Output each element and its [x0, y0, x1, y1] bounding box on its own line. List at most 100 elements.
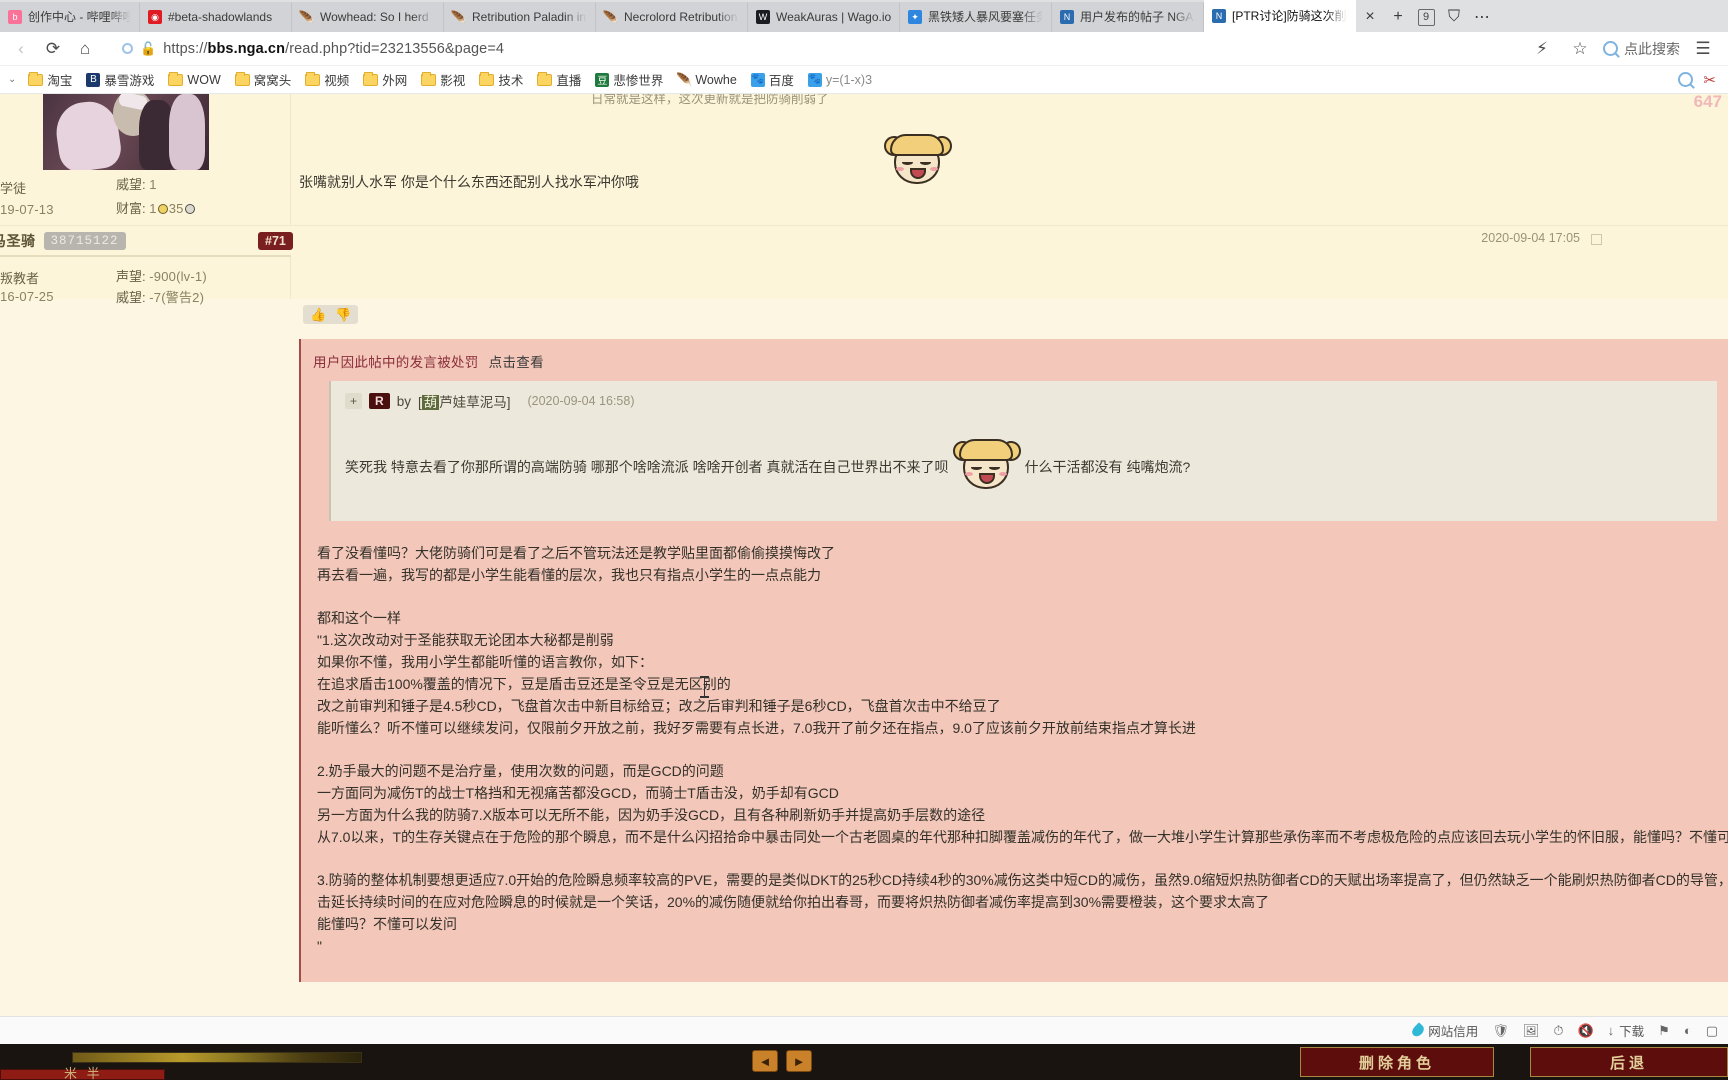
join-date-value: 19-07-13 — [0, 202, 54, 217]
bookmark-item-11[interactable]: 🐾 百度 — [745, 68, 800, 91]
folder-icon — [28, 71, 44, 86]
search-box[interactable]: 点此搜索 — [1603, 39, 1680, 59]
post-meta-right — [291, 255, 1728, 299]
avatar[interactable] — [43, 94, 209, 170]
url-prefix: https:// — [163, 40, 208, 57]
post-username[interactable]: 马圣骑 — [0, 231, 36, 251]
post-header-user: 马圣骑 38715122 #71 — [0, 231, 293, 251]
reload-icon[interactable]: ⟳ — [38, 34, 68, 64]
emoji-part — [964, 472, 973, 476]
nga-icon: N — [1212, 9, 1226, 23]
url-path: /read.php?tid=23213556&page=4 — [285, 40, 505, 57]
expand-quote-button[interactable]: + — [345, 393, 363, 409]
home-icon[interactable]: ⌂ — [70, 34, 100, 64]
quote-header: + R by [葫芦娃草泥马] (2020-09-04 16:58) — [345, 391, 1703, 411]
post-user-reputation: 声望: -900(lv-1) — [116, 266, 207, 285]
window-icon[interactable]: ▢ — [1706, 1023, 1718, 1039]
site-credit-label: 网站信用 — [1428, 1025, 1479, 1039]
new-tab-button[interactable]: + — [1384, 2, 1412, 32]
bookmark-item-0[interactable]: 淘宝 — [22, 68, 78, 91]
bookmark-item-12[interactable]: 🐾 y=(1-x)3 — [802, 71, 878, 89]
bookmark-item-5[interactable]: 外网 — [357, 68, 413, 91]
post-counter: 647 — [1693, 94, 1722, 111]
prestige-label: 威望: — [116, 177, 146, 192]
anime-laugh-emoji — [952, 439, 1021, 495]
more-icon[interactable]: ⋯ — [1468, 2, 1496, 32]
emoji-part — [988, 465, 1000, 470]
site-credit-item[interactable]: 网站信用 — [1410, 1021, 1479, 1040]
bookmark-item-2[interactable]: WOW — [162, 71, 226, 89]
browser-tab-5[interactable]: W WeakAuras | Wago.io — [748, 2, 900, 32]
bookmark-item-6[interactable]: 影视 — [415, 68, 471, 91]
address-bar[interactable]: 🔓 https://bbs.nga.cn/read.php?tid=232135… — [112, 36, 1525, 62]
circle-icon[interactable]: ◐ — [1684, 1023, 1692, 1038]
bookmark-item-1[interactable]: B 暴雪游戏 — [80, 68, 160, 91]
tab-label: #beta-shadowlands — [168, 10, 273, 24]
reaction-bar[interactable]: 👍 👎 — [303, 305, 359, 324]
back-button[interactable]: 后退 — [1530, 1047, 1728, 1077]
lightning-icon[interactable]: ⚡ — [1527, 34, 1557, 64]
bookmark-item-3[interactable]: 窝窝头 — [229, 68, 298, 91]
game-right-arrow-button[interactable]: ► — [786, 1050, 812, 1072]
browser-tab-4[interactable]: 🪶 Necrolord Retribution — [596, 2, 748, 32]
download-item[interactable]: ↓ 下载 — [1608, 1021, 1645, 1040]
page-info-icon[interactable] — [122, 43, 133, 54]
flag-icon[interactable]: ⚑ — [1658, 1023, 1670, 1039]
image-icon[interactable]: 🖼 — [1523, 1023, 1540, 1039]
speed-icon[interactable]: ⏱ — [1553, 1023, 1563, 1039]
quote-author[interactable]: [葫芦娃草泥马] — [418, 391, 511, 411]
prestige-value: 1 — [149, 177, 157, 192]
tab-count-badge[interactable]: 9 — [1412, 2, 1440, 32]
search-icon[interactable] — [1678, 72, 1694, 87]
baidu-icon: 🐾 — [750, 72, 765, 87]
emoji-part — [896, 167, 904, 171]
previous-post-user-column: 学徒 威望: 1 19-07-13 财富: 1 35 — [0, 94, 291, 225]
bookmark-label: 视频 — [324, 74, 350, 88]
browser-tab-6[interactable]: ✦ 黑铁矮人暴风要塞任务 — [900, 2, 1052, 32]
tab-close-button[interactable]: × — [1356, 2, 1384, 32]
punishment-notice: 用户因此帖中的发言被处罚 点击查看 — [301, 339, 1728, 381]
post-options-icon[interactable] — [1591, 233, 1602, 245]
menu-icon[interactable]: ☰ — [1688, 34, 1718, 64]
search-placeholder: 点此搜索 — [1624, 40, 1680, 57]
thumbs-down-icon[interactable]: 👎 — [335, 308, 351, 321]
bookmark-item-10[interactable]: 🪶 Wowhe — [671, 71, 742, 89]
chevron-down-icon[interactable]: ⌄ — [4, 74, 20, 85]
browser-tab-0[interactable]: b 创作中心 - 哔哩哔哩弹幕 — [0, 2, 140, 32]
browser-tab-1[interactable]: ◉ #beta-shadowlands — [140, 2, 292, 32]
body-line: 击延长持续时间的在应对危险瞬息的时候就是一个笑话，20%的减伤随便就给你拍出春哥… — [317, 893, 1270, 910]
reputation-label: 声望: — [116, 269, 146, 284]
bookmark-star-icon[interactable]: ☆ — [1565, 34, 1595, 64]
quote-text-after: 什么干活都没有 纯嘴炮流? — [1024, 458, 1191, 475]
post-user-id: 38715122 — [43, 231, 126, 250]
punishment-link[interactable]: 点击查看 — [489, 355, 544, 370]
bookmark-item-7[interactable]: 技术 — [473, 68, 529, 91]
discord-icon: ◉ — [148, 10, 162, 24]
browser-tab-7[interactable]: N 用户发布的帖子 NGA玩 — [1052, 2, 1204, 32]
silver-coin-icon — [184, 204, 195, 214]
reply-badge: R — [369, 393, 390, 409]
tab-list-icon[interactable]: ⛉ — [1440, 2, 1468, 32]
tab-count-value: 9 — [1417, 8, 1435, 26]
close-icon[interactable]: ✂ — [1703, 71, 1716, 89]
join-date-value: 16-07-25 — [0, 289, 54, 304]
author-highlight: 葫 — [421, 395, 440, 410]
game-left-arrow-button[interactable]: ◄ — [752, 1050, 778, 1072]
bookmark-item-4[interactable]: 视频 — [299, 68, 355, 91]
mute-icon[interactable]: 🔇 — [1577, 1023, 1593, 1039]
delete-character-button[interactable]: 删除角色 — [1300, 1047, 1494, 1077]
shield-icon[interactable]: 🛡 — [1492, 1023, 1509, 1039]
browser-tab-2[interactable]: 🪶 Wowhead: So I herd — [292, 2, 444, 32]
bookmark-item-8[interactable]: 直播 — [531, 68, 587, 91]
bookmark-item-9[interactable]: 豆悲惨世界 — [589, 68, 669, 91]
browser-tab-3[interactable]: 🪶 Retribution Paladin in — [444, 2, 596, 32]
browser-tab-8-active[interactable]: N [PTR讨论]防骑这次削弱 — [1204, 0, 1356, 32]
bracket-close: ] — [506, 395, 511, 410]
download-icon: ↓ — [1607, 1023, 1615, 1038]
post-floor-badge[interactable]: #71 — [258, 231, 293, 250]
thumbs-up-icon[interactable]: 👍 — [310, 308, 326, 321]
body-line-blank — [317, 587, 1715, 608]
previous-post-message: 张嘴就别人水军 你是个什么东西还配别人找水军冲你哦 — [299, 174, 639, 190]
back-icon[interactable]: ‹ — [6, 34, 36, 64]
tab-label: 黑铁矮人暴风要塞任务 — [928, 10, 1043, 24]
